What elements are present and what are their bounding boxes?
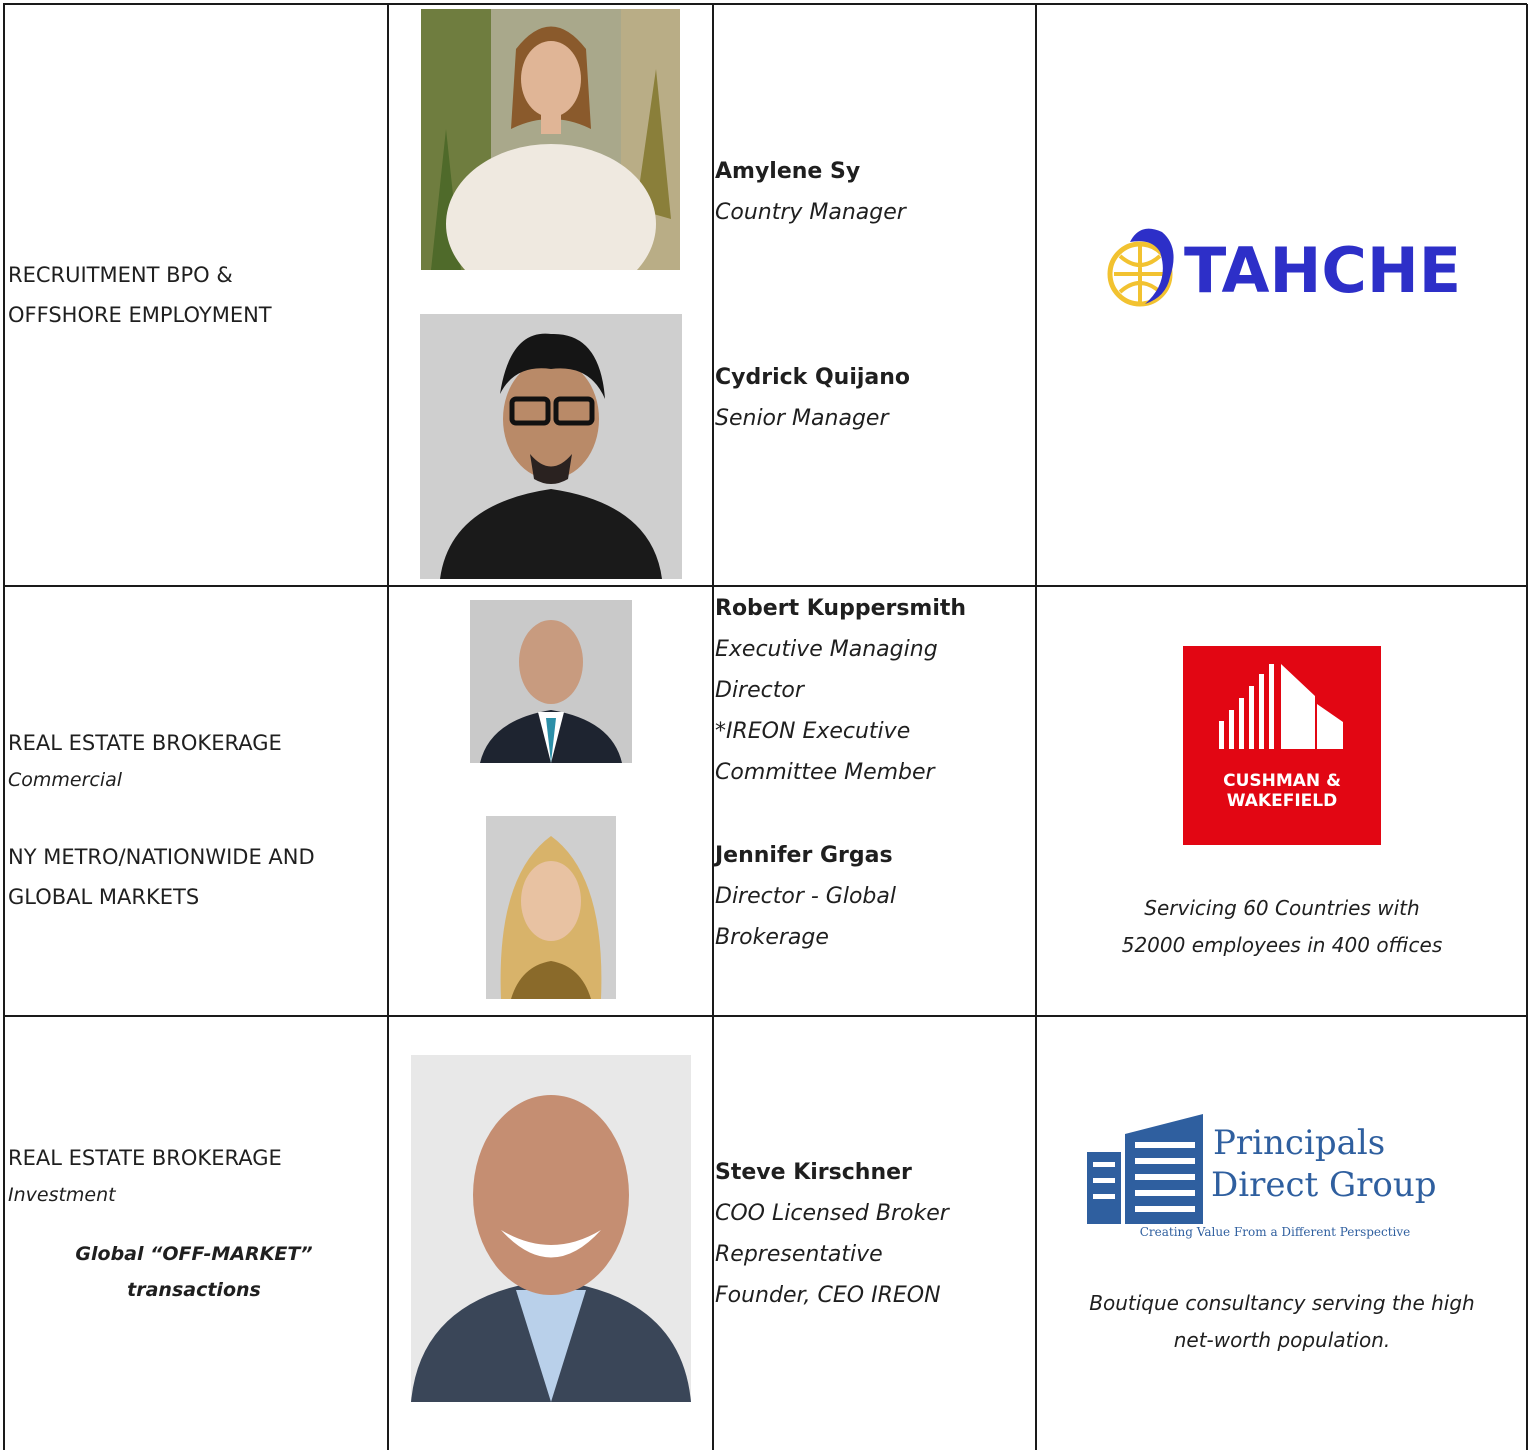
note-line: net-worth population. (1173, 1328, 1391, 1352)
person-role: Director (715, 678, 804, 703)
person-role: Senior Manager (715, 406, 889, 431)
sector-markets: GLOBAL MARKETS (8, 885, 200, 909)
cushman-logo-line: WAKEFIELD (1227, 791, 1337, 811)
photo-amylene-sy (421, 9, 680, 270)
person-role: Representative (715, 1242, 883, 1267)
person-name: Cydrick Quijano (715, 365, 911, 390)
person-role: Brokerage (715, 925, 829, 950)
company-note-principals: Boutique consultancy serving the high ne… (1040, 1285, 1524, 1359)
person-name: Steve Kirschner (715, 1160, 912, 1185)
sector-subtitle: Commercial (8, 769, 123, 791)
column-divider-3 (1035, 4, 1037, 1450)
sector-title: REAL ESTATE BROKERAGE (8, 1146, 282, 1170)
cushman-logo-line: CUSHMAN & (1223, 771, 1341, 791)
note-line: Servicing 60 Countries with (1144, 896, 1420, 920)
people-row3: Steve Kirschner COO Licensed Broker Repr… (715, 1152, 1030, 1316)
column-divider-1 (387, 4, 389, 1450)
principals-tagline: Creating Value From a Different Perspect… (1140, 1225, 1411, 1239)
sector-investment: REAL ESTATE BROKERAGE Investment Global … (8, 1138, 380, 1308)
person-name: Amylene Sy (715, 159, 861, 184)
sector-emphasis: transactions (127, 1279, 261, 1301)
principals-building-icon: Principals Direct Group Creating Value F… (1087, 1114, 1437, 1239)
table-border-left (3, 4, 5, 1450)
person-role: Director - Global (715, 884, 896, 909)
people-row2-b: Jennifer Grgas Director - Global Brokera… (715, 835, 1030, 958)
sector-line: OFFSHORE EMPLOYMENT (8, 303, 272, 327)
logo-cushman-wakefield: CUSHMAN & WAKEFIELD (1183, 646, 1381, 845)
person-role: Committee Member (715, 760, 935, 785)
company-note-cushman: Servicing 60 Countries with 52000 employ… (1040, 890, 1524, 964)
person-role: *IREON Executive (715, 719, 911, 744)
sector-commercial: REAL ESTATE BROKERAGE Commercial NY METR… (8, 723, 380, 917)
cushman-building-icon: CUSHMAN & WAKEFIELD (1219, 664, 1343, 811)
people-row1-a: Amylene Sy Country Manager (715, 151, 1030, 233)
logo-tahche: TAHCHE (1100, 222, 1470, 310)
tahche-globe-icon: TAHCHE (1107, 228, 1461, 307)
principals-logo-line: Principals (1213, 1123, 1385, 1163)
note-line: Boutique consultancy serving the high (1089, 1291, 1475, 1315)
photo-jennifer-grgas (486, 816, 616, 999)
photo-robert-kuppersmith (470, 600, 632, 763)
tahche-logo-text: TAHCHE (1184, 234, 1461, 307)
person-role: Country Manager (715, 200, 906, 225)
row-divider-1 (3, 585, 1527, 587)
principals-logo-line: Direct Group (1211, 1165, 1437, 1205)
sector-title: REAL ESTATE BROKERAGE (8, 731, 282, 755)
row-divider-2 (3, 1015, 1527, 1017)
sector-subtitle: Investment (8, 1184, 116, 1206)
note-line: 52000 employees in 400 offices (1121, 933, 1443, 957)
sector-line: RECRUITMENT BPO & (8, 263, 233, 287)
person-role: COO Licensed Broker (715, 1201, 949, 1226)
sector-markets: NY METRO/NATIONWIDE AND (8, 845, 315, 869)
logo-principals-direct-group: Principals Direct Group Creating Value F… (1085, 1112, 1475, 1244)
person-role: Founder, CEO IREON (715, 1283, 941, 1308)
photo-steve-kirschner (411, 1055, 691, 1402)
column-divider-2 (712, 4, 714, 1450)
people-row2-a: Robert Kuppersmith Executive Managing Di… (715, 588, 1030, 793)
people-row1-b: Cydrick Quijano Senior Manager (715, 357, 1030, 439)
table-border-top (3, 3, 1527, 5)
person-name: Robert Kuppersmith (715, 596, 967, 621)
photo-cydrick-quijano (420, 314, 682, 579)
person-name: Jennifer Grgas (715, 843, 893, 868)
sector-recruitment: RECRUITMENT BPO & OFFSHORE EMPLOYMENT (8, 255, 378, 335)
sector-emphasis: Global “OFF-MARKET” (75, 1243, 313, 1265)
person-role: Executive Managing (715, 637, 938, 662)
